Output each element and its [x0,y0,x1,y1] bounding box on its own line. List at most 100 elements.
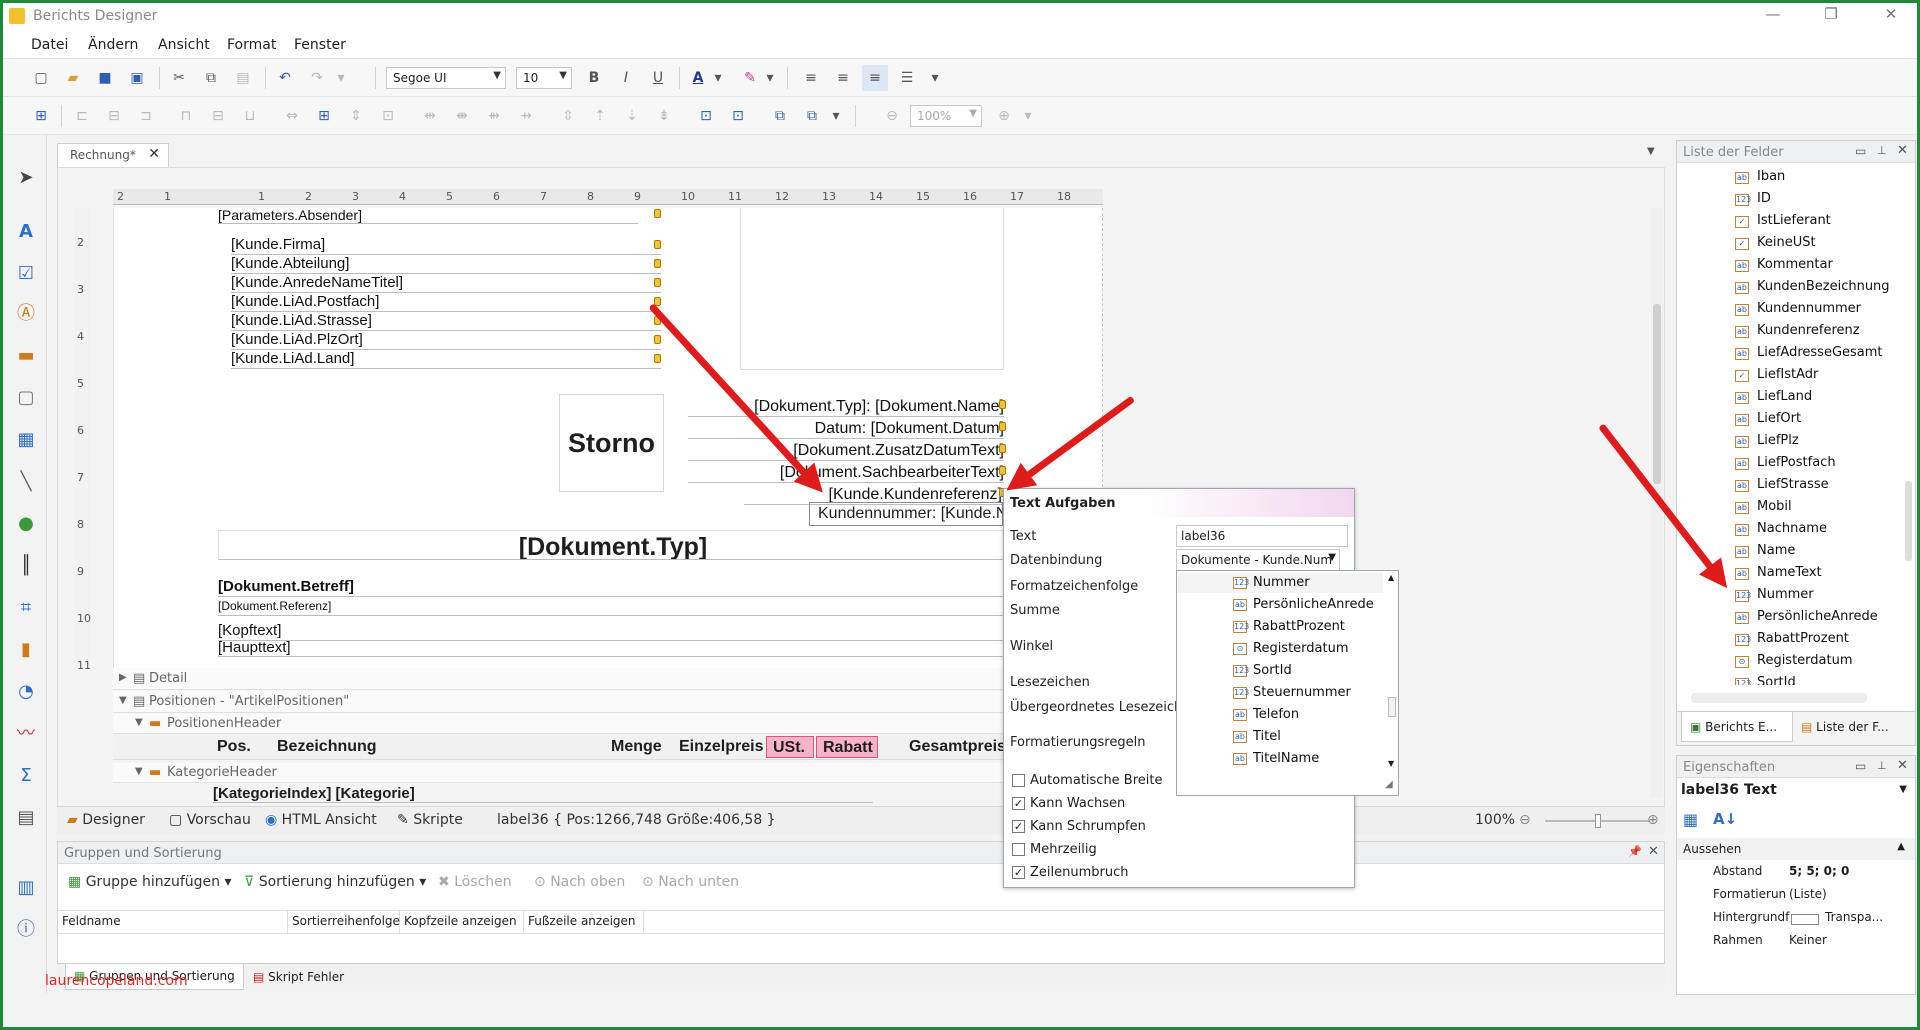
binding-select[interactable]: Dokumente - Kunde.Num ▼ [1176,549,1340,571]
tab-rechnung[interactable]: Rechnung* ✕ [57,143,169,167]
document-info-field[interactable]: [Dokument.SachbearbeiterText] [688,464,1004,483]
address-field[interactable]: [Kunde.LiAd.Postfach] [231,293,661,312]
band-detail[interactable]: ▶ ▤ Detail [113,668,1019,690]
field-list-item[interactable]: LiefPlz [1757,433,1799,448]
dropdown-item[interactable]: 123 Nummer [1177,573,1383,593]
col-sortierreihenfolge[interactable]: Sortierreihenfolge [288,911,400,933]
field-list-item[interactable]: NameText [1757,565,1822,580]
collapse-icon[interactable]: ▼ [119,695,127,706]
size-to-grid-icon[interactable]: ⊞ [311,103,337,129]
field-list-item[interactable]: SortId [1757,675,1796,685]
tab-berichts-explorer[interactable]: ▣ Berichts E... [1681,712,1793,742]
shape-tool-icon[interactable]: ● [13,511,39,537]
property-value[interactable]: (Liste) [1789,887,1827,901]
zoom-slider[interactable] [1545,814,1649,828]
scroll-thumb[interactable] [1388,697,1396,717]
col-feldname[interactable]: Feldname [58,911,288,933]
tab-liste-der-felder[interactable]: ▤ Liste der F... [1801,720,1889,734]
undo-icon[interactable]: ↶ [272,65,298,91]
property-value[interactable]: Keiner [1789,933,1827,947]
absender-field[interactable]: [Parameters.Absender] [218,208,638,224]
col-bezeichnung[interactable]: Bezeichnung [277,738,377,756]
tab-skript-fehler[interactable]: ▤ Skript Fehler [253,970,344,984]
sparkline-tool-icon[interactable]: 〰 [13,721,39,747]
expand-icon[interactable]: ▶ [119,672,127,683]
resize-grip-icon[interactable]: ◢ [1385,779,1393,790]
delete-button[interactable]: ✖ Löschen [438,874,512,890]
address-field[interactable]: [Kunde.LiAd.Land] [231,350,661,369]
object-selector[interactable]: label36 Text ▼ [1681,782,1907,804]
zoom-out-icon[interactable]: ⊖ [1519,812,1531,828]
property-value[interactable]: 5; 5; 0; 0 [1789,864,1849,878]
popup-checkbox[interactable]: ✓ [1012,820,1025,833]
address-field[interactable]: [Kunde.AnredeNameTitel] [231,274,661,293]
pin-icon[interactable]: ⊥ [1877,144,1887,157]
maximize-button[interactable]: ❐ [1811,5,1851,27]
align-lefts-icon[interactable]: ⊏ [69,103,95,129]
field-list-item[interactable]: Nachname [1757,521,1827,536]
center-horizontally-icon[interactable]: ⊡ [693,103,719,129]
menu-fenster[interactable]: Fenster [294,37,346,53]
align-center-icon[interactable]: ≡ [830,65,856,91]
bring-to-front-icon[interactable]: ⧉ [767,103,793,129]
col-gesamtpreis[interactable]: Gesamtpreis [909,738,1006,756]
v-spacing-equal-icon[interactable]: ⇳ [555,103,581,129]
pin-icon[interactable]: ⊥ [1877,759,1887,772]
dropdown-item[interactable]: ab Telefon [1177,705,1383,725]
new-file-icon[interactable]: ▢ [28,65,54,91]
align-rights-icon[interactable]: ⊐ [133,103,159,129]
popup-checkbox[interactable] [1012,774,1025,787]
tab-html-ansicht[interactable]: ◉ HTML Ansicht [265,812,377,828]
field-list-item[interactable]: ID [1757,191,1771,206]
align-centers-icon[interactable]: ⊟ [101,103,127,129]
betreff-field[interactable]: [Dokument.Betreff] [218,578,1008,597]
col-fusszeile[interactable]: Fußzeile anzeigen [524,911,644,933]
minimize-button[interactable]: — [1753,5,1793,27]
col-rabatt[interactable]: Rabatt [816,736,878,758]
barcode-tool-icon[interactable]: ║ [13,553,39,579]
richtext-tool-icon[interactable]: Ⓐ [13,301,39,327]
toolbar-overflow-icon[interactable]: ▾ [928,65,942,91]
tab-skripte[interactable]: ✎ Skripte [397,812,463,828]
menu-datei[interactable]: Datei [31,37,68,53]
underline-icon[interactable]: U [645,65,671,91]
field-list-item[interactable]: KundenBezeichnung [1757,279,1890,294]
add-group-button[interactable]: ▦ Gruppe hinzufügen ▾ [68,874,232,890]
open-folder-icon[interactable]: ▰ [60,65,86,91]
field-list-item[interactable]: LiefStrasse [1757,477,1829,492]
dropdown-item[interactable]: 123 Steuernummer [1177,683,1383,703]
zoom-in-icon[interactable]: ⊕ [991,103,1017,129]
font-family-select[interactable]: Segoe UI ▼ [386,67,506,89]
field-list-item[interactable]: LiefOrt [1757,411,1801,426]
align-left-icon[interactable]: ≡ [798,65,824,91]
field-list-item[interactable]: Kundenreferenz [1757,323,1860,338]
col-menge[interactable]: Menge [611,738,662,756]
label-tool-icon[interactable]: A [13,219,39,245]
field-list-item[interactable]: Mobil [1757,499,1792,514]
add-sort-button[interactable]: ⊽ Sortierung hinzufügen ▾ [244,874,426,890]
field-list-item[interactable]: Iban [1757,169,1785,184]
col-einzelpreis[interactable]: Einzelpreis [679,738,763,756]
text-input[interactable]: label36 [1176,525,1348,547]
redo-icon[interactable]: ↷ [304,65,330,91]
move-up-button[interactable]: ⊙ Nach oben [534,874,625,890]
close-panel-icon[interactable]: ✕ [1897,758,1908,773]
logo-placeholder[interactable] [740,208,1004,370]
zoom-in-icon[interactable]: ⊕ [1647,812,1659,828]
haupttext-field[interactable]: [Haupttext] [218,639,1008,657]
toc-tool-icon[interactable]: ⓘ [13,917,39,943]
align-bottoms-icon[interactable]: ⊔ [237,103,263,129]
collapse-icon[interactable]: ▼ [135,717,143,728]
popup-checkbox[interactable]: ✓ [1012,866,1025,879]
v-spacing-remove-icon[interactable]: ⇟ [651,103,677,129]
field-list-item[interactable]: LiefIstAdr [1757,367,1818,382]
v-spacing-decrease-icon[interactable]: ⇣ [619,103,645,129]
field-list-item[interactable]: PersönlicheAnrede [1757,609,1878,624]
picture-tool-icon[interactable]: ▬ [13,343,39,369]
save-icon[interactable]: ■ [92,65,118,91]
kategorie-row[interactable]: [KategorieIndex] [Kategorie] [213,785,873,803]
field-list-item[interactable]: LiefLand [1757,389,1812,404]
menu-format[interactable]: Format [227,37,276,53]
save-all-icon[interactable]: ▣ [124,65,150,91]
menu-ansicht[interactable]: Ansicht [158,37,210,53]
